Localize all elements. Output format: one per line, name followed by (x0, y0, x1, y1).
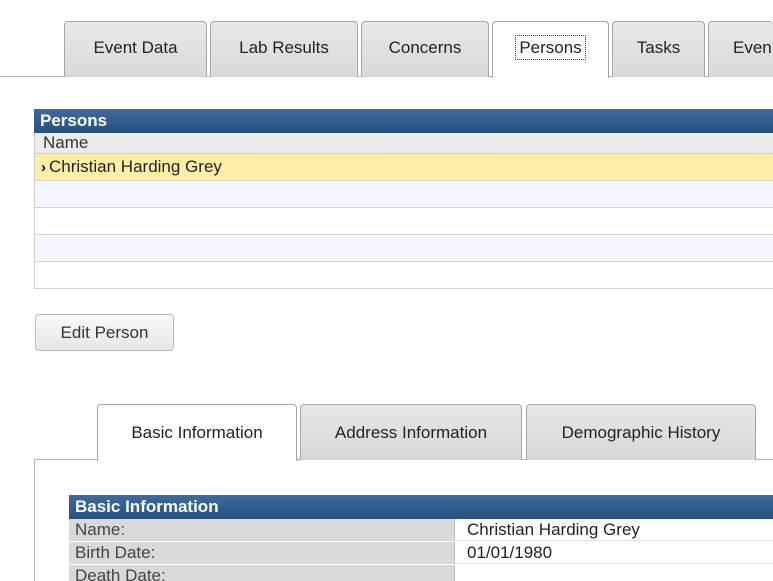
tab-label: Address Information (334, 423, 488, 442)
edit-person-button[interactable]: Edit Person (35, 314, 174, 351)
tab-basic-information[interactable]: Basic Information (97, 404, 297, 461)
tab-label: Tasks (636, 38, 681, 57)
field-value: 01/01/1980 (455, 542, 773, 564)
tab-event-data[interactable]: Event Data (64, 21, 207, 77)
table-row-empty (34, 208, 773, 235)
table-row-empty (34, 181, 773, 208)
field-value (455, 565, 773, 581)
app-window: Event Data Lab Results Concerns Persons … (0, 0, 773, 581)
tab-concerns[interactable]: Concerns (361, 21, 489, 77)
basic-information-table: Basic Information Name: Christian Hardin… (69, 495, 773, 581)
tab-label: Persons (515, 35, 586, 60)
tab-label: Even (733, 38, 772, 57)
person-name-cell: Christian Harding Grey (49, 157, 222, 176)
tab-label: Concerns (388, 38, 462, 57)
tab-lab-results[interactable]: Lab Results (210, 21, 358, 77)
persons-grid: Persons Name › Christian Harding Grey (34, 109, 773, 289)
field-label: Birth Date: (69, 542, 455, 564)
tab-label: Demographic History (561, 423, 721, 442)
tab-address-information[interactable]: Address Information (300, 404, 522, 460)
info-row-birth-date: Birth Date: 01/01/1980 (69, 542, 773, 565)
basic-information-title: Basic Information (69, 495, 773, 519)
table-row-empty (34, 262, 773, 289)
field-label: Death Date: (69, 565, 455, 581)
tab-tasks[interactable]: Tasks (612, 21, 705, 77)
row-selected-arrow-icon: › (41, 159, 46, 176)
tab-demographic-history[interactable]: Demographic History (526, 404, 756, 460)
info-row-death-date: Death Date: (69, 565, 773, 581)
field-label: Name: (69, 519, 455, 541)
top-tab-bar: Event Data Lab Results Concerns Persons … (0, 0, 773, 78)
tab-label: Lab Results (239, 38, 329, 57)
table-row[interactable]: › Christian Harding Grey (34, 154, 773, 181)
persons-grid-title: Persons (34, 109, 773, 133)
tab-events[interactable]: Even (708, 21, 773, 77)
tab-label: Event Data (93, 38, 178, 57)
column-header-name[interactable]: Name (34, 133, 773, 154)
tab-label: Basic Information (131, 423, 263, 442)
tab-persons[interactable]: Persons (492, 21, 609, 78)
info-row-name: Name: Christian Harding Grey (69, 519, 773, 542)
table-row-empty (34, 235, 773, 262)
field-value: Christian Harding Grey (455, 519, 773, 541)
